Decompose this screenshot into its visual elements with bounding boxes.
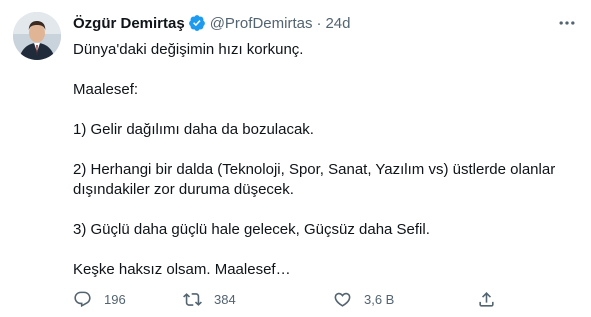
tweet-header: Özgür Demirtaş @ProfDemirtas · 24d <box>73 13 350 33</box>
reply-button[interactable]: 196 <box>73 289 126 309</box>
author-handle[interactable]: @ProfDemirtas <box>210 15 313 32</box>
like-button[interactable]: 3,6 B <box>333 289 394 309</box>
reply-icon <box>73 290 92 309</box>
header-separator: · <box>316 14 322 32</box>
tweet-line: 1) Gelir dağılımı daha da bozulacak. <box>73 121 314 138</box>
tweet-line: 2) Herhangi bir dalda (Teknoloji, Spor, … <box>73 161 556 178</box>
tweet-line: dışındakiler zor duruma düşecek. <box>73 181 294 198</box>
tweet-timestamp[interactable]: 24d <box>325 15 350 32</box>
more-options-icon[interactable] <box>556 12 578 34</box>
avatar[interactable] <box>13 12 61 60</box>
tweet-text: Dünya'daki değişimin hızı korkunç. Maale… <box>73 40 578 280</box>
tweet-line: 3) Güçlü daha güçlü hale gelecek, Güçsüz… <box>73 221 430 238</box>
retweet-icon <box>183 290 202 309</box>
tweet-actions: 196 384 3,6 B <box>73 289 503 309</box>
tweet-line: Keşke haksız olsam. Maalesef… <box>73 261 291 278</box>
author-name[interactable]: Özgür Demirtaş <box>73 15 185 32</box>
share-button[interactable] <box>477 289 496 309</box>
tweet-line: Dünya'daki değişimin hızı korkunç. <box>73 41 304 58</box>
share-icon <box>477 290 496 309</box>
retweet-count: 384 <box>214 291 236 307</box>
heart-icon <box>333 290 352 309</box>
tweet-line: Maalesef: <box>73 81 139 98</box>
reply-count: 196 <box>104 291 126 307</box>
tweet-card[interactable]: Özgür Demirtaş @ProfDemirtas · 24d Dünya… <box>0 0 591 317</box>
like-count: 3,6 B <box>364 291 395 307</box>
retweet-button[interactable]: 384 <box>183 289 236 309</box>
verified-badge-icon <box>188 14 206 32</box>
